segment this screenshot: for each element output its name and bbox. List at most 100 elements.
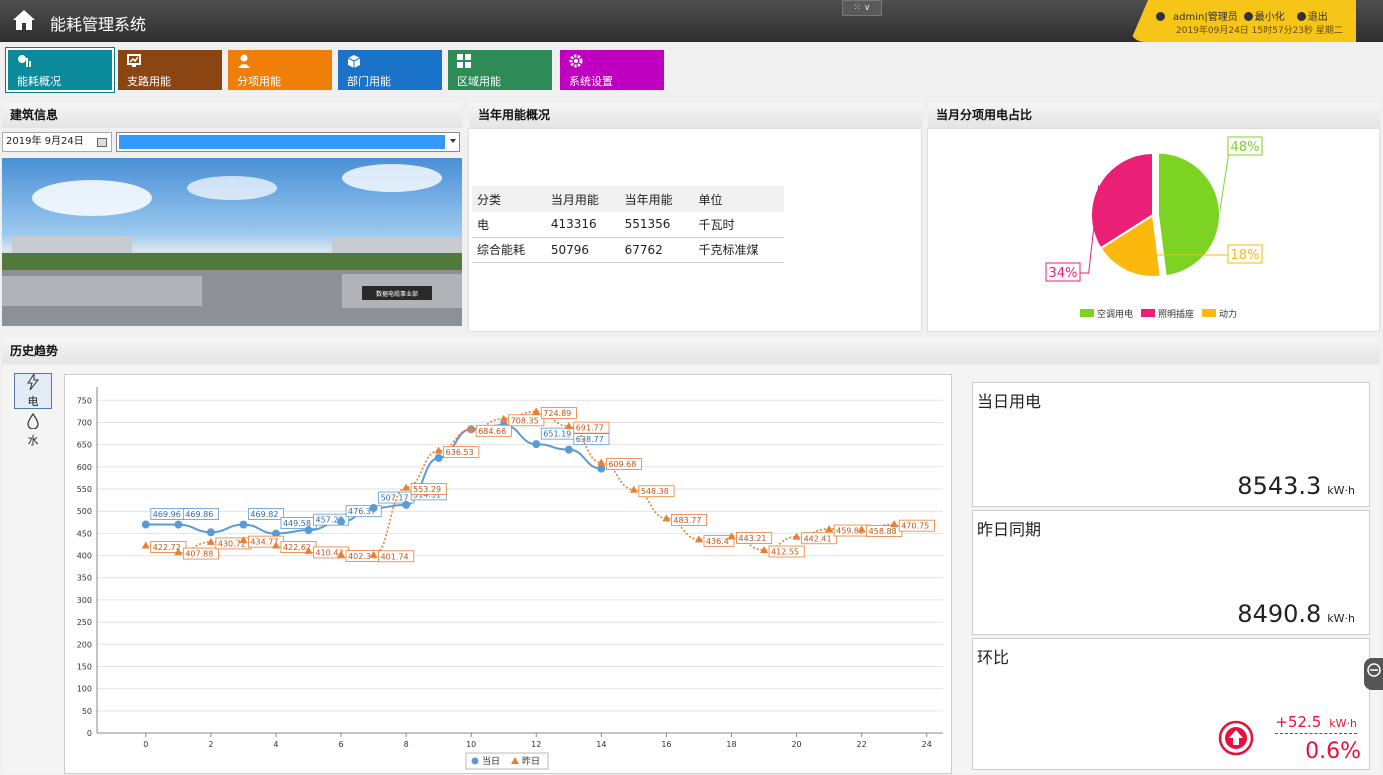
data-point	[369, 504, 378, 513]
user-icon	[238, 54, 250, 68]
user-panel: admin|管理员 最小化 退出 2019年09月24日 15时57分23秒 星期二	[1130, 0, 1356, 42]
x-tick-label: 10	[466, 740, 476, 749]
x-tick-label: 24	[922, 740, 932, 749]
pie-leader-line	[1219, 145, 1231, 211]
nav-tile-settings[interactable]: 系统设置	[560, 50, 664, 90]
nav-tile-area[interactable]: 区域用能	[448, 50, 552, 90]
data-label: 651.19	[543, 430, 571, 439]
lightning-icon	[27, 372, 40, 391]
admin-label[interactable]: admin|管理员	[1173, 12, 1238, 23]
side-collapse-handle[interactable]	[1364, 658, 1383, 690]
nav-tile-department[interactable]: 部门用能	[338, 50, 442, 90]
legend-label: 昨日	[522, 755, 540, 767]
date-picker[interactable]: 2019年 9月24日	[2, 132, 112, 152]
gear-icon	[569, 54, 583, 68]
kpi-yesterday: 昨日同期 8490.8 kW·h	[972, 510, 1370, 635]
logout-button[interactable]: 退出	[1296, 12, 1334, 23]
x-tick-label: 18	[726, 740, 736, 749]
home-icon[interactable]	[12, 9, 36, 31]
cube-icon	[347, 55, 361, 68]
data-point	[239, 520, 248, 529]
data-point	[402, 500, 411, 509]
history-line-chart: 0501001502002503003504004505005506006507…	[77, 387, 943, 770]
datetime: 2019年09月24日 15时57分23秒 星期二	[1176, 26, 1343, 36]
building-filter-row: 2019年 9月24日	[2, 132, 460, 154]
y-tick-label: 50	[82, 707, 92, 716]
legend-label: 当日	[482, 755, 500, 767]
water-drop-icon	[27, 412, 39, 430]
chevron-down-icon[interactable]	[450, 139, 456, 143]
y-tick-label: 300	[77, 596, 92, 605]
y-tick-label: 100	[77, 685, 92, 694]
pie-panel: 48% 18% 34% 空调用电 照明插座 动力	[927, 128, 1380, 332]
year-overview-title: 当年用能概况	[470, 102, 922, 128]
legend-label: 动力	[1219, 308, 1237, 320]
x-tick-label: 4	[273, 740, 278, 749]
grid-icon	[457, 54, 471, 68]
overview-icon	[18, 55, 31, 67]
table-row: 综合能耗 50796 67762 千克标准煤	[472, 237, 784, 263]
data-label: 470.75	[901, 522, 929, 531]
kpi-today-value: 8543.3	[1237, 472, 1322, 500]
x-tick-label: 8	[404, 740, 409, 749]
data-label: 422.72	[153, 543, 181, 552]
data-label: 708.35	[511, 416, 539, 425]
x-tick-label: 22	[857, 740, 867, 749]
nav-tile-overview[interactable]: 能耗概况	[6, 48, 114, 92]
data-label: 407.88	[185, 550, 213, 559]
arrow-up-icon	[1218, 720, 1254, 756]
data-point	[434, 453, 443, 462]
info-icon	[1156, 12, 1167, 23]
data-point	[532, 440, 541, 449]
collapse-icon	[1367, 663, 1381, 677]
data-label: 548.38	[641, 487, 669, 496]
y-tick-label: 200	[77, 640, 92, 649]
pie-label: 18%	[1231, 248, 1260, 263]
tab-water[interactable]: 水	[14, 412, 52, 449]
data-label: 443.21	[739, 534, 767, 543]
pie-chart: 48% 18% 34% 空调用电 照明插座 动力	[1045, 136, 1263, 320]
data-label: 469.96	[153, 510, 181, 519]
x-tick-label: 2	[208, 740, 213, 749]
pie-label: 48%	[1231, 140, 1260, 155]
y-tick-label: 650	[77, 441, 92, 450]
year-overview-table: 分类 当月用能 当年用能 单位 电 413316 551356 千瓦时 综合能耗…	[472, 186, 784, 263]
minimize-button[interactable]: 最小化	[1243, 12, 1291, 23]
y-tick-label: 150	[77, 662, 92, 671]
data-point	[304, 526, 313, 535]
data-label: 609.68	[608, 460, 636, 469]
y-tick-label: 450	[77, 529, 92, 538]
data-label: 401.74	[381, 552, 409, 561]
legend-swatch	[471, 757, 479, 765]
y-tick-label: 550	[77, 485, 92, 494]
data-label: 412.55	[771, 547, 799, 556]
data-label: 436.4	[706, 537, 729, 546]
dropdown-toggle[interactable]: ⁙ ∨	[842, 0, 882, 16]
x-tick-label: 6	[338, 740, 343, 749]
building-select[interactable]	[116, 132, 460, 152]
history-title: 历史趋势	[2, 338, 1380, 364]
x-tick-label: 0	[143, 740, 148, 749]
building-photo: 数据电缆事业部	[2, 158, 462, 326]
kpi-ratio-delta: +52.5	[1275, 713, 1322, 731]
y-tick-label: 700	[77, 418, 92, 427]
data-point	[337, 517, 346, 526]
column-header: 单位	[693, 186, 784, 212]
legend-swatch	[1202, 309, 1216, 317]
data-point	[174, 520, 183, 529]
data-label: 469.86	[185, 510, 213, 519]
y-tick-label: 750	[77, 396, 92, 405]
tab-electricity[interactable]: 电	[14, 372, 52, 409]
y-tick-label: 350	[77, 574, 92, 583]
history-chart-panel: 0 50 100 150 200 250 300 350 400 450 500 550 600 650 7…	[64, 374, 952, 774]
data-label: 724.89	[543, 409, 571, 418]
nav-tile-branch[interactable]: 支路用能	[118, 50, 222, 90]
nav-tile-subitem[interactable]: 分项用能	[228, 50, 332, 90]
column-header: 分类	[472, 186, 546, 212]
x-tick-label: 20	[791, 740, 801, 749]
building-photo-art: 数据电缆事业部	[2, 164, 462, 326]
legend-swatch	[1141, 309, 1155, 317]
data-label: 442.41	[804, 534, 832, 543]
calendar-icon[interactable]	[97, 138, 107, 147]
pie-slice	[1156, 151, 1221, 278]
